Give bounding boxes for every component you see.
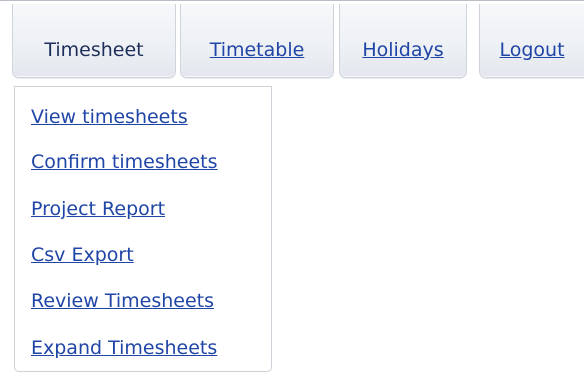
menu-item-project-report: Project Report (31, 199, 165, 219)
menu-item-csv-export: Csv Export (31, 245, 134, 265)
confirm-timesheets-link[interactable]: Confirm timesheets (31, 151, 218, 173)
menu-item-review-timesheets: Review Timesheets (31, 291, 214, 311)
view-timesheets-link[interactable]: View timesheets (31, 106, 188, 128)
tab-logout-link[interactable]: Logout (499, 39, 564, 61)
tab-timetable[interactable]: Timetable (180, 4, 334, 78)
tab-holidays[interactable]: Holidays (339, 4, 467, 78)
timesheet-dropdown-menu: View timesheets Confirm timesheets Proje… (14, 86, 272, 372)
csv-export-link[interactable]: Csv Export (31, 244, 134, 266)
project-report-link[interactable]: Project Report (31, 198, 165, 220)
tab-timetable-link[interactable]: Timetable (210, 39, 305, 61)
tab-timesheet[interactable]: Timesheet (12, 4, 176, 78)
tab-logout[interactable]: Logout (479, 4, 584, 78)
tab-holidays-link[interactable]: Holidays (362, 39, 443, 61)
expand-timesheets-link[interactable]: Expand Timesheets (31, 337, 217, 359)
tab-timesheet-label[interactable]: Timesheet (44, 39, 143, 61)
menu-item-view-timesheets: View timesheets (31, 107, 188, 127)
menu-item-confirm-timesheets: Confirm timesheets (31, 152, 218, 172)
nav-top-border (0, 0, 584, 1)
review-timesheets-link[interactable]: Review Timesheets (31, 290, 214, 312)
menu-item-expand-timesheets: Expand Timesheets (31, 338, 217, 358)
